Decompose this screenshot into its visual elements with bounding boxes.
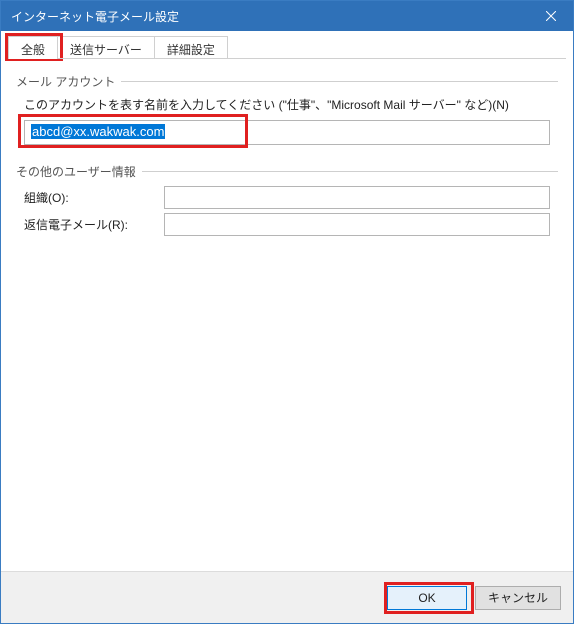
cancel-button-label: キャンセル [488, 591, 548, 605]
tab-outgoing-server[interactable]: 送信サーバー [57, 36, 155, 59]
group-mail-account: メール アカウント このアカウントを表す名前を入力してください ("仕事"、"M… [16, 73, 558, 145]
cancel-button[interactable]: キャンセル [475, 586, 561, 610]
group-other-user-header: その他のユーザー情報 [16, 163, 558, 180]
row-organization: 組織(O): [24, 186, 550, 209]
account-name-value: abcd@xx.wakwak.com [31, 124, 165, 139]
ok-button-label: OK [418, 591, 435, 605]
reply-email-input[interactable] [164, 213, 550, 236]
window-title: インターネット電子メール設定 [11, 8, 179, 25]
group-other-user-info: その他のユーザー情報 組織(O): 返信電子メール(R): [16, 163, 558, 236]
ok-button[interactable]: OK [387, 586, 467, 610]
tab-pane-general: メール アカウント このアカウントを表す名前を入力してください ("仕事"、"M… [8, 58, 566, 571]
dialog-window: インターネット電子メール設定 全般 送信サーバー 詳細設定 メール ア [0, 0, 574, 624]
tab-advanced[interactable]: 詳細設定 [154, 36, 228, 59]
titlebar: インターネット電子メール設定 [1, 1, 573, 31]
organization-input[interactable] [164, 186, 550, 209]
account-name-input[interactable]: abcd@xx.wakwak.com [24, 120, 550, 145]
tab-outgoing-label: 送信サーバー [70, 41, 142, 58]
group-other-user-title: その他のユーザー情報 [16, 163, 136, 180]
button-bar: OK キャンセル [1, 571, 573, 623]
label-organization: 組織(O): [24, 189, 164, 206]
account-name-field-wrap: abcd@xx.wakwak.com [24, 120, 550, 145]
tab-advanced-label: 詳細設定 [167, 41, 215, 58]
label-reply-email: 返信電子メール(R): [24, 216, 164, 233]
group-mail-account-title: メール アカウント [16, 73, 115, 90]
divider [121, 81, 558, 82]
tab-general[interactable]: 全般 [8, 36, 58, 59]
divider [142, 171, 558, 172]
group-mail-account-header: メール アカウント [16, 73, 558, 90]
close-icon [546, 11, 556, 21]
row-reply-email: 返信電子メール(R): [24, 213, 550, 236]
account-name-help: このアカウントを表す名前を入力してください ("仕事"、"Microsoft M… [24, 96, 550, 114]
close-button[interactable] [528, 1, 573, 31]
tab-general-label: 全般 [21, 41, 45, 58]
client-area: 全般 送信サーバー 詳細設定 メール アカウント このアカウントを表す名前を入力… [1, 31, 573, 571]
tab-strip: 全般 送信サーバー 詳細設定 [8, 36, 566, 59]
